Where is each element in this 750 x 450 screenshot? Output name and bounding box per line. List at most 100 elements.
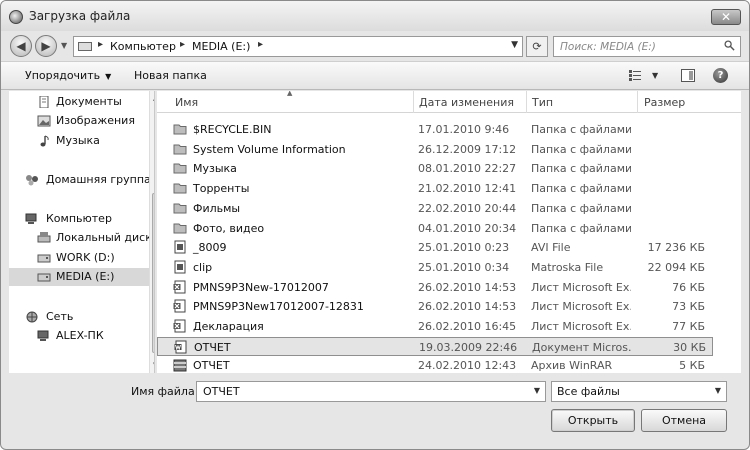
views-icon[interactable] — [629, 70, 641, 81]
cancel-button[interactable]: Отмена — [641, 409, 727, 432]
file-row[interactable]: Торренты 21.02.2010 12:41 Папка с файлами — [157, 179, 717, 198]
back-button[interactable]: ◀ — [10, 35, 32, 57]
preview-pane-icon[interactable] — [681, 69, 695, 82]
pictures-icon — [37, 115, 51, 127]
help-icon[interactable]: ? — [713, 68, 728, 83]
folder-icon — [173, 183, 187, 194]
sidebar-scroll-thumb[interactable] — [152, 193, 154, 353]
sidebar-item-alex-pc[interactable]: ALEX-ПК — [9, 327, 154, 345]
file-type: Папка с файлами — [531, 142, 631, 156]
file-row[interactable]: $RECYCLE.BIN 17.01.2010 9:46 Папка с файла… — [157, 120, 717, 139]
file-row[interactable]: System Volume Information 26.12.2009 17:1… — [157, 140, 717, 159]
search-input[interactable]: Поиск: MEDIA (E:) — [553, 36, 741, 57]
views-dropdown-icon[interactable]: ▼ — [652, 71, 658, 80]
file-row[interactable]: Музыка 08.01.2010 22:27 Папка с файлами — [157, 159, 717, 178]
file-date: 25.01.2010 0:34 — [418, 260, 510, 274]
filename-value: ОТЧЕТ — [203, 385, 240, 398]
file-row[interactable]: ОТЧЕТ 24.02.2010 12:43 Архив WinRAR 5 КБ — [157, 356, 717, 373]
file-type: Папка с файлами — [531, 182, 631, 196]
file-date: 17.01.2010 9:46 — [418, 123, 510, 136]
new-folder-button[interactable]: Новая папка — [134, 69, 207, 82]
file-type: Лист Microsoft Ex... — [531, 300, 631, 314]
sidebar-item-work-d[interactable]: WORK (D:) — [9, 249, 154, 267]
organize-button[interactable]: Упорядочить ▼ — [25, 69, 111, 82]
drive-icon — [37, 273, 51, 282]
file-type: Matroska File — [531, 260, 604, 274]
column-divider[interactable] — [637, 91, 638, 113]
file-row[interactable]: clip 25.01.2010 0:34 Matroska File 22 094 К… — [157, 258, 717, 277]
navigation-bar: ◀ ▶ ▼ ▸ Компьютер ▸ MEDIA (E:) ▸ ▼ ⟳ Пои… — [1, 31, 749, 61]
open-button[interactable]: Открыть — [551, 409, 635, 432]
network-icon — [26, 311, 38, 323]
chevron-down-icon: ▼ — [714, 386, 721, 395]
history-dropdown-icon[interactable]: ▼ — [61, 41, 67, 50]
column-type[interactable]: Тип — [532, 96, 553, 109]
file-size: 30 КБ — [673, 340, 706, 354]
sidebar-item-network[interactable]: Сеть — [9, 308, 154, 326]
file-type: Папка с файлами — [531, 162, 631, 176]
breadcrumb-media[interactable]: MEDIA (E:) — [192, 40, 250, 53]
file-name: Декларация — [193, 320, 264, 333]
file-size: 5 КБ — [679, 359, 705, 373]
file-row[interactable]: Фильмы 22.02.2010 20:44 Папка с файлами — [157, 199, 717, 218]
breadcrumb-computer[interactable]: Компьютер — [110, 40, 176, 53]
close-button[interactable]: ✕ — [711, 9, 741, 25]
forward-button[interactable]: ▶ — [35, 35, 57, 57]
sidebar-item-pictures[interactable]: Изображения — [9, 112, 154, 130]
file-size: 76 КБ — [672, 280, 705, 294]
file-row[interactable]: ОТЧЕТ 19.03.2009 22:46 Документ Micros... 3… — [157, 336, 713, 356]
file-row[interactable]: PMNS9P3New-17012007 26.02.2010 14:53 Лист … — [157, 278, 717, 297]
filetype-select[interactable]: Все файлы ▼ — [551, 381, 727, 402]
sidebar-scrollbar[interactable]: ▲ ▼ — [149, 91, 154, 373]
file-row[interactable]: Фото, видео 04.01.2010 20:34 Папка с файла… — [157, 219, 717, 238]
file-name: ОТЧЕТ — [193, 359, 230, 373]
file-list: ▲ Имя Дата изменения Тип Размер $RECYCLE… — [157, 91, 741, 373]
breadcrumb-separator-icon[interactable]: ▸ — [258, 39, 263, 50]
file-date: 04.01.2010 20:34 — [418, 221, 517, 235]
file-type: Папка с файлами — [531, 123, 631, 136]
filename-field[interactable]: ОТЧЕТ ▼ — [196, 381, 546, 402]
app-icon — [9, 10, 23, 24]
column-size[interactable]: Размер — [644, 96, 685, 109]
breadcrumb-separator-icon[interactable]: ▸ — [180, 39, 185, 50]
file-name: clip — [193, 260, 213, 274]
file-row[interactable]: Декларация 26.02.2010 16:45 Лист Microsoft… — [157, 317, 717, 336]
file-name: System Volume Information — [193, 142, 346, 156]
file-row[interactable]: PMNS9P3New17012007-12831 26.02.2010 14:53… — [157, 297, 717, 316]
sidebar-item-local-disk[interactable]: Локальный диск — [9, 229, 154, 247]
file-row[interactable]: _8009 25.01.2010 0:23 AVI File 17 236 КБ — [157, 238, 717, 257]
chevron-down-icon[interactable]: ▼ — [534, 386, 540, 395]
filetype-value: Все файлы — [557, 385, 620, 398]
file-name: PMNS9P3New-17012007 — [193, 280, 329, 294]
file-type: Лист Microsoft Ex... — [531, 320, 631, 333]
file-size: 73 КБ — [672, 300, 705, 314]
documents-icon — [39, 96, 49, 108]
sidebar-item-music[interactable]: Музыка — [9, 132, 154, 150]
folder-icon — [173, 163, 187, 174]
search-placeholder: Поиск: MEDIA (E:) — [560, 41, 656, 53]
chevron-down-icon: ▼ — [105, 72, 112, 81]
column-divider[interactable] — [526, 91, 527, 113]
scroll-down-icon[interactable]: ▼ — [153, 361, 154, 369]
drive-icon — [37, 232, 51, 243]
address-dropdown-icon[interactable]: ▼ — [511, 40, 518, 50]
video-file-icon — [174, 240, 186, 254]
column-divider[interactable] — [413, 91, 414, 113]
sidebar-item-computer[interactable]: Компьютер — [9, 210, 154, 228]
file-size: 22 094 КБ — [647, 260, 705, 274]
file-date: 26.02.2010 16:45 — [418, 320, 517, 333]
column-date[interactable]: Дата изменения — [419, 96, 514, 109]
sidebar-item-documents[interactable]: Документы — [9, 93, 154, 111]
scroll-up-icon[interactable]: ▲ — [153, 94, 154, 102]
file-date: 26.12.2009 17:12 — [418, 142, 517, 156]
sidebar-item-media-e[interactable]: MEDIA (E:) — [9, 268, 154, 286]
address-bar[interactable]: ▸ Компьютер ▸ MEDIA (E:) ▸ ▼ — [73, 36, 523, 57]
sidebar-item-homegroup[interactable]: Домашняя группа — [9, 171, 154, 189]
music-icon — [40, 135, 49, 147]
breadcrumb-separator-icon[interactable]: ▸ — [98, 39, 103, 50]
file-date: 21.02.2010 12:41 — [418, 182, 517, 196]
word-file-icon — [174, 340, 187, 354]
refresh-button[interactable]: ⟳ — [526, 36, 548, 57]
arrow-right-icon: ▶ — [41, 39, 51, 53]
column-name[interactable]: Имя — [175, 96, 198, 109]
